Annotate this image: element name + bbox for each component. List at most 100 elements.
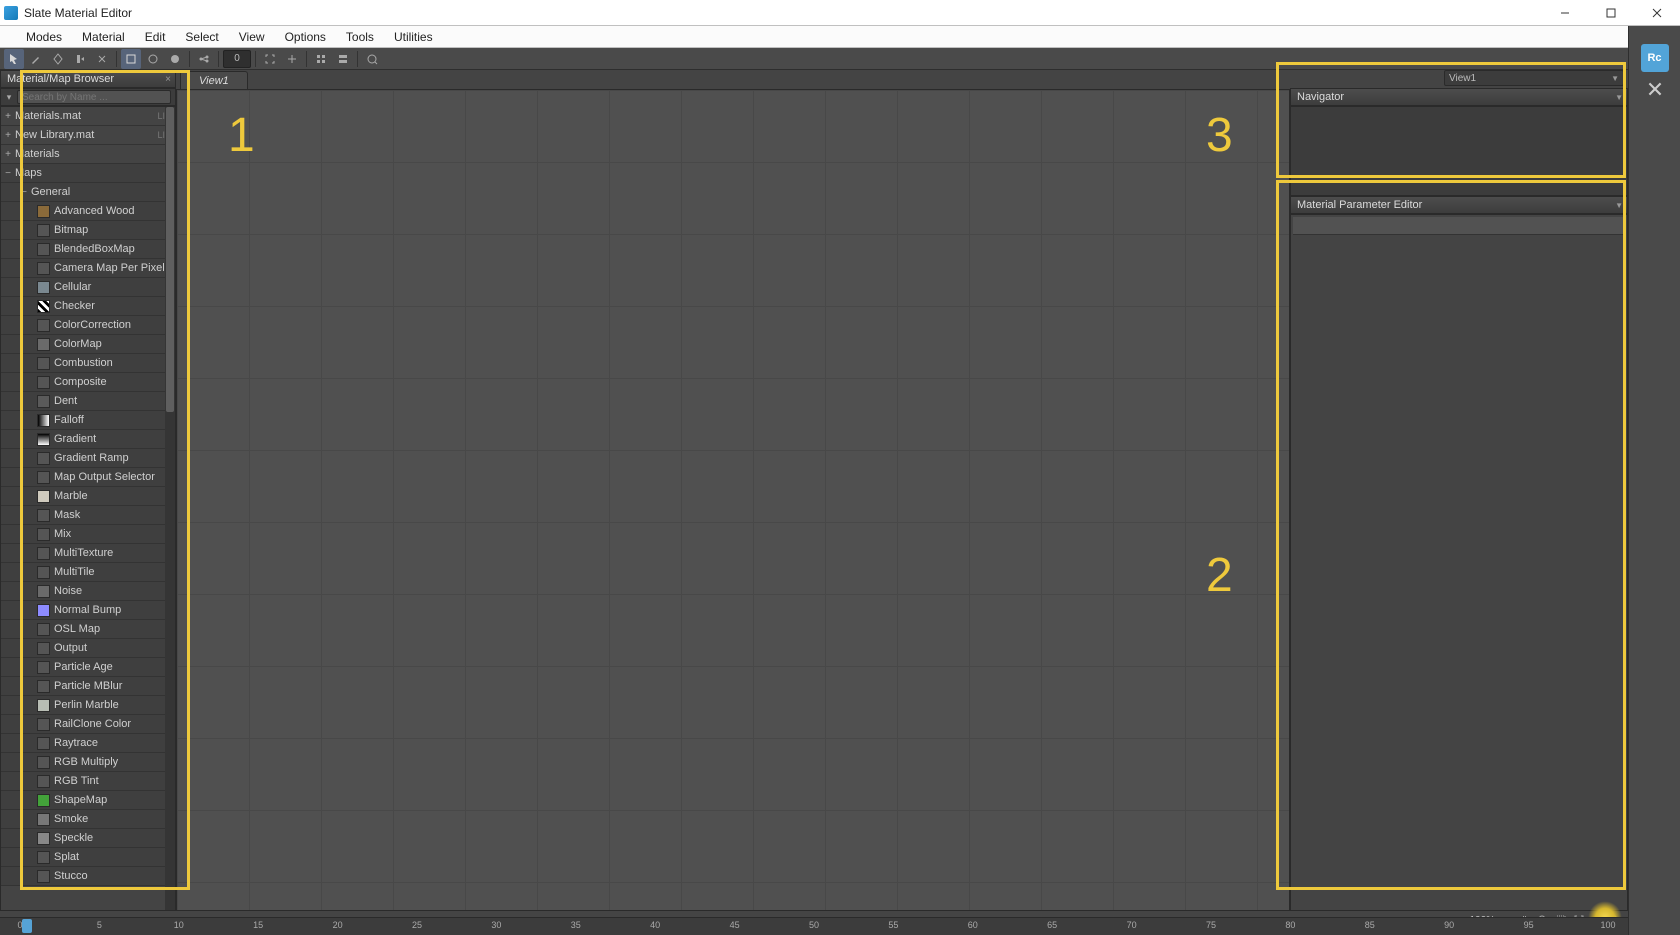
menu-utilities[interactable]: Utilities bbox=[384, 26, 443, 47]
timeline-ruler[interactable]: 0510152025303540455055606570758085909510… bbox=[0, 917, 1628, 935]
panel-menu-icon[interactable]: ▼ bbox=[1615, 93, 1623, 102]
tree-row[interactable]: Cellular bbox=[1, 278, 175, 297]
tree-row[interactable]: OSL Map bbox=[1, 620, 175, 639]
delete-tool-icon[interactable] bbox=[92, 49, 112, 69]
tree-row[interactable]: RGB Tint bbox=[1, 772, 175, 791]
tree-row[interactable]: Combustion bbox=[1, 354, 175, 373]
scrollbar-thumb[interactable] bbox=[166, 107, 174, 412]
panel-menu-icon[interactable]: ▼ bbox=[1615, 201, 1623, 210]
zoom-extents-icon[interactable] bbox=[260, 49, 280, 69]
minimize-button[interactable] bbox=[1542, 0, 1588, 26]
scrollbar[interactable] bbox=[165, 107, 175, 910]
layout-all-icon[interactable] bbox=[194, 49, 214, 69]
tree-row[interactable]: Checker bbox=[1, 297, 175, 316]
parameter-editor-header[interactable]: Material Parameter Editor ▼ bbox=[1290, 196, 1628, 214]
tree-row[interactable]: RGB Multiply bbox=[1, 753, 175, 772]
tree-row[interactable]: BlendedBoxMap bbox=[1, 240, 175, 259]
ruler-tick: 20 bbox=[333, 920, 343, 930]
tree-row[interactable]: Dent bbox=[1, 392, 175, 411]
tree-row[interactable]: +Materials bbox=[1, 145, 175, 164]
tree-row[interactable]: Gradient bbox=[1, 430, 175, 449]
tree-row[interactable]: Mix bbox=[1, 525, 175, 544]
tree-row[interactable]: +New Library.matLIB bbox=[1, 126, 175, 145]
parent-close-icon[interactable] bbox=[1644, 78, 1666, 100]
tree-row[interactable]: Composite bbox=[1, 373, 175, 392]
maximize-button[interactable] bbox=[1588, 0, 1634, 26]
pick-tool-icon[interactable] bbox=[26, 49, 46, 69]
sample-count[interactable]: 0 bbox=[223, 50, 251, 68]
browser-tree[interactable]: +Materials.matLIB+New Library.matLIB+Mat… bbox=[0, 106, 176, 911]
search-menu-icon[interactable]: ▾ bbox=[1, 92, 17, 103]
tree-row[interactable]: Perlin Marble bbox=[1, 696, 175, 715]
tree-row[interactable]: RailClone Color bbox=[1, 715, 175, 734]
view-tab[interactable]: View1 bbox=[180, 71, 248, 89]
map-swatch-icon bbox=[37, 718, 50, 731]
tree-row[interactable]: Particle MBlur bbox=[1, 677, 175, 696]
tree-row[interactable]: Smoke bbox=[1, 810, 175, 829]
pointer-tool-icon[interactable] bbox=[4, 49, 24, 69]
tree-row[interactable]: MultiTile bbox=[1, 563, 175, 582]
search-input[interactable] bbox=[17, 90, 171, 104]
ruler-tick: 15 bbox=[253, 920, 263, 930]
tree-row[interactable]: −General bbox=[1, 183, 175, 202]
tree-row[interactable]: Map Output Selector bbox=[1, 468, 175, 487]
tree-row[interactable]: Gradient Ramp bbox=[1, 449, 175, 468]
hide-unused-icon[interactable] bbox=[143, 49, 163, 69]
chevron-down-icon: ▼ bbox=[1611, 74, 1619, 83]
apply-tool-icon[interactable] bbox=[70, 49, 90, 69]
ruler-tick: 100 bbox=[1600, 920, 1615, 930]
close-button[interactable] bbox=[1634, 0, 1680, 26]
map-swatch-icon bbox=[37, 756, 50, 769]
toolbar: 0 bbox=[0, 48, 1680, 70]
render-icon[interactable] bbox=[362, 49, 382, 69]
tree-row[interactable]: Advanced Wood bbox=[1, 202, 175, 221]
menu-view[interactable]: View bbox=[229, 26, 275, 47]
parameter-editor-body[interactable] bbox=[1290, 214, 1628, 911]
tree-row[interactable]: ColorCorrection bbox=[1, 316, 175, 335]
node-canvas[interactable] bbox=[176, 89, 1290, 911]
menu-material[interactable]: Material bbox=[72, 26, 135, 47]
move-children-icon[interactable] bbox=[121, 49, 141, 69]
map-swatch-icon bbox=[37, 452, 50, 465]
tree-row[interactable]: Output bbox=[1, 639, 175, 658]
material-map-browser: Material/Map Browser × ▾ +Materials.matL… bbox=[0, 70, 176, 911]
tree-row[interactable]: −Maps bbox=[1, 164, 175, 183]
menu-modes[interactable]: Modes bbox=[16, 26, 72, 47]
tree-row[interactable]: Mask bbox=[1, 506, 175, 525]
time-marker[interactable] bbox=[22, 919, 32, 933]
assign-tool-icon[interactable] bbox=[48, 49, 68, 69]
pan-icon[interactable] bbox=[282, 49, 302, 69]
rc-badge-icon[interactable]: Rc bbox=[1641, 44, 1669, 72]
map-swatch-icon bbox=[37, 623, 50, 636]
grid-b-icon[interactable] bbox=[333, 49, 353, 69]
tree-row[interactable]: Speckle bbox=[1, 829, 175, 848]
menu-options[interactable]: Options bbox=[275, 26, 336, 47]
toolbar-separator bbox=[218, 51, 219, 67]
tree-row[interactable]: MultiTexture bbox=[1, 544, 175, 563]
tree-row[interactable]: Marble bbox=[1, 487, 175, 506]
navigator-header[interactable]: Navigator ▼ bbox=[1290, 88, 1628, 106]
show-preview-icon[interactable] bbox=[165, 49, 185, 69]
tree-row[interactable]: Stucco bbox=[1, 867, 175, 886]
tree-row[interactable]: Normal Bump bbox=[1, 601, 175, 620]
view-dropdown[interactable]: View1 ▼ bbox=[1444, 70, 1624, 86]
tree-row[interactable]: Particle Age bbox=[1, 658, 175, 677]
tree-row[interactable]: +Materials.matLIB bbox=[1, 107, 175, 126]
tree-row[interactable]: ShapeMap bbox=[1, 791, 175, 810]
browser-header[interactable]: Material/Map Browser × bbox=[0, 70, 176, 88]
menu-edit[interactable]: Edit bbox=[135, 26, 176, 47]
tree-row[interactable]: Raytrace bbox=[1, 734, 175, 753]
tree-row[interactable]: Camera Map Per Pixel bbox=[1, 259, 175, 278]
navigator-body[interactable] bbox=[1290, 106, 1628, 196]
tree-row[interactable]: Noise bbox=[1, 582, 175, 601]
ruler-tick: 85 bbox=[1365, 920, 1375, 930]
tree-row[interactable]: Splat bbox=[1, 848, 175, 867]
tree-row[interactable]: ColorMap bbox=[1, 335, 175, 354]
map-swatch-icon bbox=[37, 395, 50, 408]
tree-row[interactable]: Bitmap bbox=[1, 221, 175, 240]
tree-row[interactable]: Falloff bbox=[1, 411, 175, 430]
menu-select[interactable]: Select bbox=[175, 26, 228, 47]
panel-close-icon[interactable]: × bbox=[161, 74, 175, 85]
menu-tools[interactable]: Tools bbox=[336, 26, 384, 47]
grid-a-icon[interactable] bbox=[311, 49, 331, 69]
